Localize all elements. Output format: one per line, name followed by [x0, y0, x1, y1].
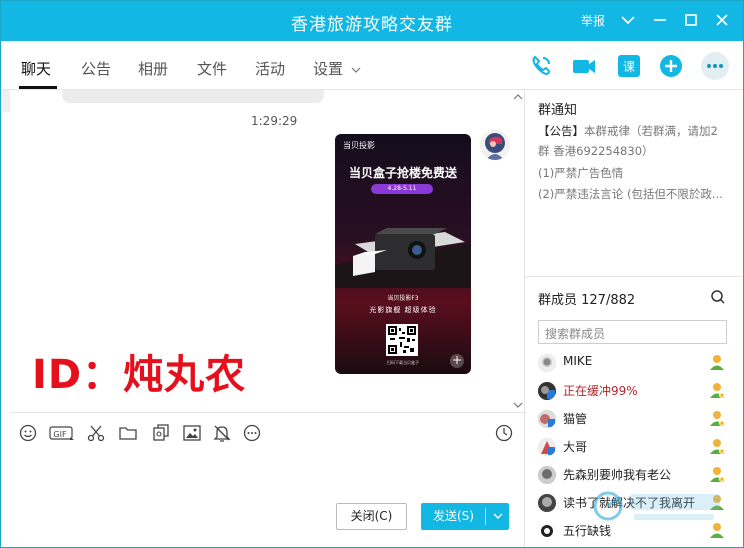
video-call-icon[interactable] — [571, 53, 597, 79]
search-icon[interactable] — [710, 289, 726, 305]
bell-off-icon[interactable] — [212, 423, 232, 443]
member-name: 正在缓冲99% — [563, 384, 638, 398]
member-row[interactable]: 大哥 — [536, 433, 741, 459]
avatar — [538, 522, 556, 540]
admin-badge-icon — [710, 439, 725, 454]
send-button-label: 发送(S) — [433, 509, 474, 523]
group-info-panel: 群通知 【公告】本群戒律（若群满，请加2 群 香港692254830） (1)严… — [524, 90, 743, 547]
admin-badge-icon — [710, 467, 725, 482]
tab-settings[interactable]: 设置 — [313, 58, 361, 79]
poster-date: 4.28-5.11 — [371, 184, 433, 194]
member-row[interactable]: 猫管 — [536, 405, 741, 431]
add-app-icon[interactable] — [658, 53, 684, 79]
message-timestamp: 1:29:29 — [251, 114, 298, 128]
member-name: MIKE — [563, 354, 593, 368]
image-message-poster[interactable]: 当贝投影 当贝盒子抢楼免费送 4.28-5.11 当贝投影F3 光影旗舰 超级体… — [335, 134, 471, 374]
file-transfer-icon[interactable] — [151, 423, 171, 443]
add-sticker-icon[interactable]: + — [450, 354, 464, 368]
avatar — [538, 494, 556, 512]
projector-illustration — [335, 228, 471, 288]
chat-message-area[interactable]: 1:29:29 当贝投影 当贝盒子抢楼免费送 4.28-5.11 当贝投影F3 … — [10, 90, 524, 412]
chevron-down-icon[interactable] — [491, 503, 505, 530]
avatar — [538, 466, 556, 484]
poster-headline: 当贝盒子抢楼免费送 — [348, 166, 457, 180]
image-icon[interactable] — [182, 423, 202, 443]
tab-album[interactable]: 相册 — [138, 58, 168, 79]
title-bar[interactable]: 香港旅游攻略交友群 举报 — [1, 1, 743, 41]
gif-icon[interactable]: GIF — [49, 423, 75, 443]
minimize-icon[interactable] — [649, 9, 671, 31]
poster-brand: 当贝投影 — [343, 141, 375, 150]
tab-announcement[interactable]: 公告 — [81, 58, 111, 79]
gif-label: GIF — [53, 430, 67, 439]
tab-settings-label: 设置 — [313, 60, 344, 78]
notice-tag: 【公告】 — [538, 124, 584, 138]
members-title: 群成员 127/882 — [538, 293, 636, 308]
scissors-icon[interactable] — [86, 423, 106, 443]
notice-line-2: 群 香港692254830） — [538, 144, 654, 158]
message-input[interactable] — [10, 452, 524, 498]
scroll-down-icon[interactable] — [512, 400, 524, 410]
more-circle-icon[interactable] — [242, 423, 262, 443]
lesson-icon[interactable]: 课 — [616, 53, 642, 79]
watermark-overlay: ID：炖丸农 — [32, 352, 247, 398]
tab-activity[interactable]: 活动 — [255, 58, 285, 79]
qr-code-icon — [386, 324, 418, 356]
tab-files[interactable]: 文件 — [197, 58, 227, 79]
send-button[interactable]: 发送(S) — [421, 503, 509, 530]
owner-badge-icon — [710, 355, 724, 370]
report-button[interactable]: 举报 — [581, 12, 605, 29]
close-button[interactable]: 关闭(C) — [336, 503, 407, 530]
notice-line-1[interactable]: 【公告】本群戒律（若群满，请加2 — [538, 123, 718, 139]
svg-text:课: 课 — [623, 60, 635, 74]
poster-model: 当贝投影F3 — [387, 295, 419, 302]
side-strip — [1, 90, 10, 112]
scroll-up-icon[interactable] — [512, 92, 524, 102]
chevron-down-icon[interactable] — [617, 9, 639, 31]
avatar — [538, 438, 556, 456]
notice-title: 群通知 — [538, 103, 578, 118]
close-icon[interactable] — [711, 9, 733, 31]
avatar — [538, 410, 556, 428]
avatar[interactable] — [480, 130, 510, 160]
history-clock-icon[interactable] — [494, 423, 514, 443]
tab-chat[interactable]: 聊天 — [21, 58, 51, 79]
more-icon[interactable] — [701, 52, 729, 80]
chevron-down-icon — [351, 67, 361, 73]
member-row[interactable]: 正在缓冲99% — [536, 377, 741, 403]
admin-badge-icon — [710, 411, 725, 426]
avatar — [538, 354, 556, 372]
avatar — [538, 382, 556, 400]
panel-divider — [525, 276, 743, 277]
notice-line-4: (2)严禁违法言论 (包括但不限於政... — [538, 187, 723, 201]
active-tab-indicator — [19, 86, 57, 89]
member-search-input[interactable]: 搜索群成员 — [538, 320, 727, 344]
member-name: 大哥 — [563, 440, 588, 454]
notice-line-3: (1)严禁广告色情 — [538, 166, 624, 180]
folder-icon[interactable] — [118, 423, 138, 443]
notice-text: 本群戒律（若群满，请加2 — [584, 124, 718, 138]
site-logo-icon — [593, 491, 720, 521]
emoji-icon[interactable] — [18, 423, 38, 443]
send-divider — [485, 508, 486, 525]
input-toolbar: GIF — [10, 412, 524, 452]
member-row[interactable]: MIKE — [536, 349, 741, 375]
member-name: 猫管 — [563, 412, 588, 426]
maximize-icon[interactable] — [680, 9, 702, 31]
poster-slogan: 光影旗舰 超级体验 — [369, 306, 437, 314]
group-chat-window: 香港旅游攻略交友群 举报 聊天 公告 相册 文件 活动 设置 课 1:29:29… — [0, 0, 744, 548]
phone-call-icon[interactable] — [528, 53, 554, 79]
previous-message-bubble — [62, 90, 324, 103]
member-name: 先森别要帅我有老公 — [563, 468, 672, 482]
admin-badge-icon — [710, 383, 725, 398]
